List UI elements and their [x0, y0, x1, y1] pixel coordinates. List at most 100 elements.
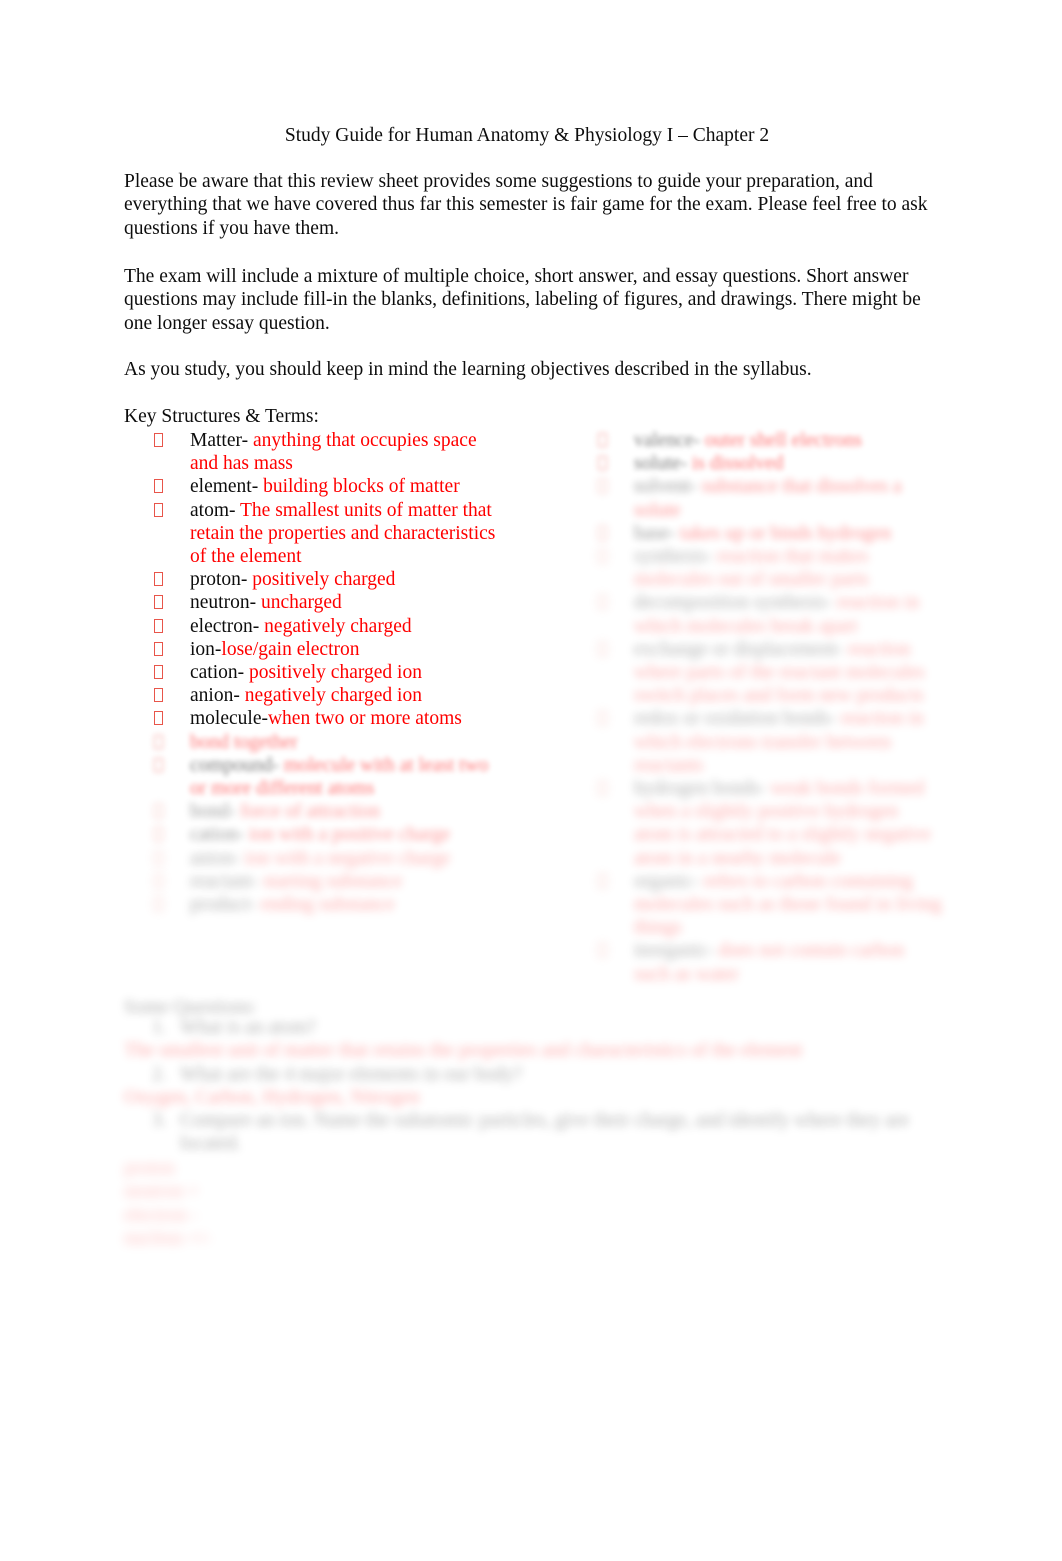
key-term-item: solvent- substance that dissolves a solu…	[592, 475, 942, 521]
bullet-box-icon	[154, 618, 163, 633]
key-term-label: inorganic-	[634, 940, 719, 962]
bullet-box-icon	[154, 734, 163, 749]
key-term-label: exchange or displacement-	[634, 638, 848, 660]
key-terms-right-column: valence- outer shell electrons solute- is…	[592, 429, 942, 986]
key-term-label: valence-	[634, 430, 705, 451]
question-number: 3.	[152, 1110, 167, 1132]
key-term-item: inorganic- does not contain carbon such …	[592, 939, 942, 985]
key-term-item: redox or oxidation bonds- reaction in wh…	[592, 707, 942, 777]
document-page: Study Guide for Human Anatomy & Physiolo…	[0, 0, 1062, 1561]
bullet-box-icon	[598, 549, 607, 564]
key-term-item: Matter- anything that occupies space and…	[148, 429, 500, 475]
paragraph-study-objectives: As you study, you should keep in mind th…	[124, 359, 812, 380]
key-term-item: reactant- starting substance	[148, 870, 500, 893]
answer-line: electron -	[124, 1204, 199, 1226]
key-term-item: valence- outer shell electrons	[592, 429, 942, 452]
bullet-box-icon	[598, 479, 607, 494]
key-term-label: redox or oxidation bonds-	[634, 708, 841, 730]
bullet-box-icon	[598, 943, 607, 958]
key-term-definition: uncharged	[260, 592, 342, 614]
key-term-definition: outer shell electrons	[704, 430, 862, 451]
questions-tail-answers: proton neutron + electron - nucleus +/-	[124, 1157, 211, 1250]
key-term-definition: lose/gain electron	[221, 638, 360, 660]
question-item: 2. What are the 4 major elements in our b…	[124, 1063, 932, 1086]
key-term-definition: positively charged ion	[249, 662, 422, 684]
key-term-label: organic-	[634, 870, 704, 892]
key-term-item: element- building blocks of matter	[148, 475, 500, 498]
question-text: What are the 4 major elements in our bod…	[180, 1063, 523, 1085]
key-term-label: anion-	[190, 847, 245, 869]
bullet-box-icon	[154, 665, 163, 680]
key-term-item: neutron- uncharged	[148, 591, 500, 614]
key-term-item: atom- The smallest units of matter that …	[148, 499, 500, 569]
key-term-item: cation- positively charged ion	[148, 661, 500, 684]
key-term-item: base- takes up or binds hydrogen	[592, 522, 942, 545]
key-term-definition: ending substance	[260, 894, 395, 916]
key-term-definition: building blocks of matter	[263, 476, 460, 498]
bullet-box-icon	[598, 873, 607, 888]
key-term-label: anion-	[190, 685, 245, 707]
bullet-box-icon	[598, 525, 607, 540]
paragraph-exam-format: The exam will include a mixture of multi…	[124, 266, 921, 334]
key-term-item: hydrogen bonds- weak bonds formed when a…	[592, 777, 942, 870]
key-term-label: synthesis-	[634, 546, 717, 568]
key-term-definition: takes up or binds hydrogen	[680, 522, 892, 544]
key-term-definition: bond together	[190, 731, 298, 753]
key-term-label: proton-	[190, 569, 253, 591]
bullet-box-icon	[598, 711, 607, 726]
key-term-item: decomposition synthesis- reaction in whi…	[592, 591, 942, 637]
key-term-item: ion-lose/gain electron	[148, 638, 500, 661]
question-number: 2.	[152, 1063, 167, 1085]
key-term-definition: positively charged	[252, 569, 396, 591]
key-term-label: electron-	[190, 615, 265, 637]
key-terms-left-column: Matter- anything that occupies space and…	[148, 429, 500, 916]
key-term-definition: starting substance	[263, 870, 403, 892]
bullet-box-icon	[598, 595, 607, 610]
key-term-definition: is dissolved	[691, 453, 784, 475]
question-answer: The smallest unit of matter that retains…	[124, 1040, 803, 1062]
question-item: 1. What is an atom?	[124, 1016, 932, 1039]
key-term-definition: ion with a negative charge	[244, 847, 451, 869]
bullet-box-icon	[154, 688, 163, 703]
answer-line: proton	[124, 1158, 175, 1179]
key-term-label: solvent-	[634, 476, 702, 498]
key-terms-heading: Key Structures & Terms:	[124, 406, 319, 427]
bullet-box-icon	[154, 433, 163, 447]
key-term-label: solute-	[634, 453, 692, 475]
question-text: Compare an ion. Name the subatomic parti…	[180, 1110, 909, 1155]
key-term-item: compound- molecule with at least two or …	[148, 754, 500, 800]
bullet-box-icon	[154, 711, 163, 726]
key-term-label: base-	[634, 522, 681, 544]
bullet-box-icon	[154, 850, 163, 865]
key-term-definition: ion with a positive charge	[249, 824, 451, 846]
key-term-label: bond-	[190, 801, 241, 823]
bullet-box-icon	[598, 433, 607, 447]
bullet-box-icon	[598, 781, 607, 796]
key-term-item: organic- refers to carbon containing mol…	[592, 870, 942, 940]
bullet-box-icon	[154, 804, 163, 819]
key-term-item: molecule-when two or more atoms	[148, 707, 500, 730]
bullet-box-icon	[154, 572, 163, 587]
bullet-box-icon	[154, 502, 163, 517]
key-term-item: anion- negatively charged ion	[148, 684, 500, 707]
key-term-item: bond- force of attraction	[148, 800, 500, 823]
bullet-box-icon	[154, 757, 163, 772]
key-term-label: cation-	[190, 824, 250, 846]
question-number: 1.	[152, 1017, 167, 1038]
key-term-label: ion-	[190, 638, 222, 660]
key-term-item: exchange or displacement- reaction where…	[592, 638, 942, 708]
answer-line: nucleus +/-	[124, 1227, 212, 1249]
key-term-definition: negatively charged ion	[244, 685, 422, 707]
paragraph-intro: Please be aware that this review sheet p…	[124, 171, 928, 239]
key-term-label: Matter-	[190, 430, 253, 451]
key-term-definition: negatively charged	[264, 615, 412, 637]
question-item: 3. Compare an ion. Name the subatomic par…	[124, 1109, 932, 1156]
key-term-label: molecule-	[190, 708, 268, 730]
key-term-definition: force of attraction	[240, 801, 381, 823]
key-term-label: cation-	[190, 662, 250, 684]
questions-list: 1. What is an atom? The smallest unit of m…	[124, 1016, 932, 1156]
key-term-item: cation- ion with a positive charge	[148, 823, 500, 846]
key-term-item: electron- negatively charged	[148, 615, 500, 638]
bullet-box-icon	[598, 456, 607, 471]
bullet-box-icon	[154, 897, 163, 912]
